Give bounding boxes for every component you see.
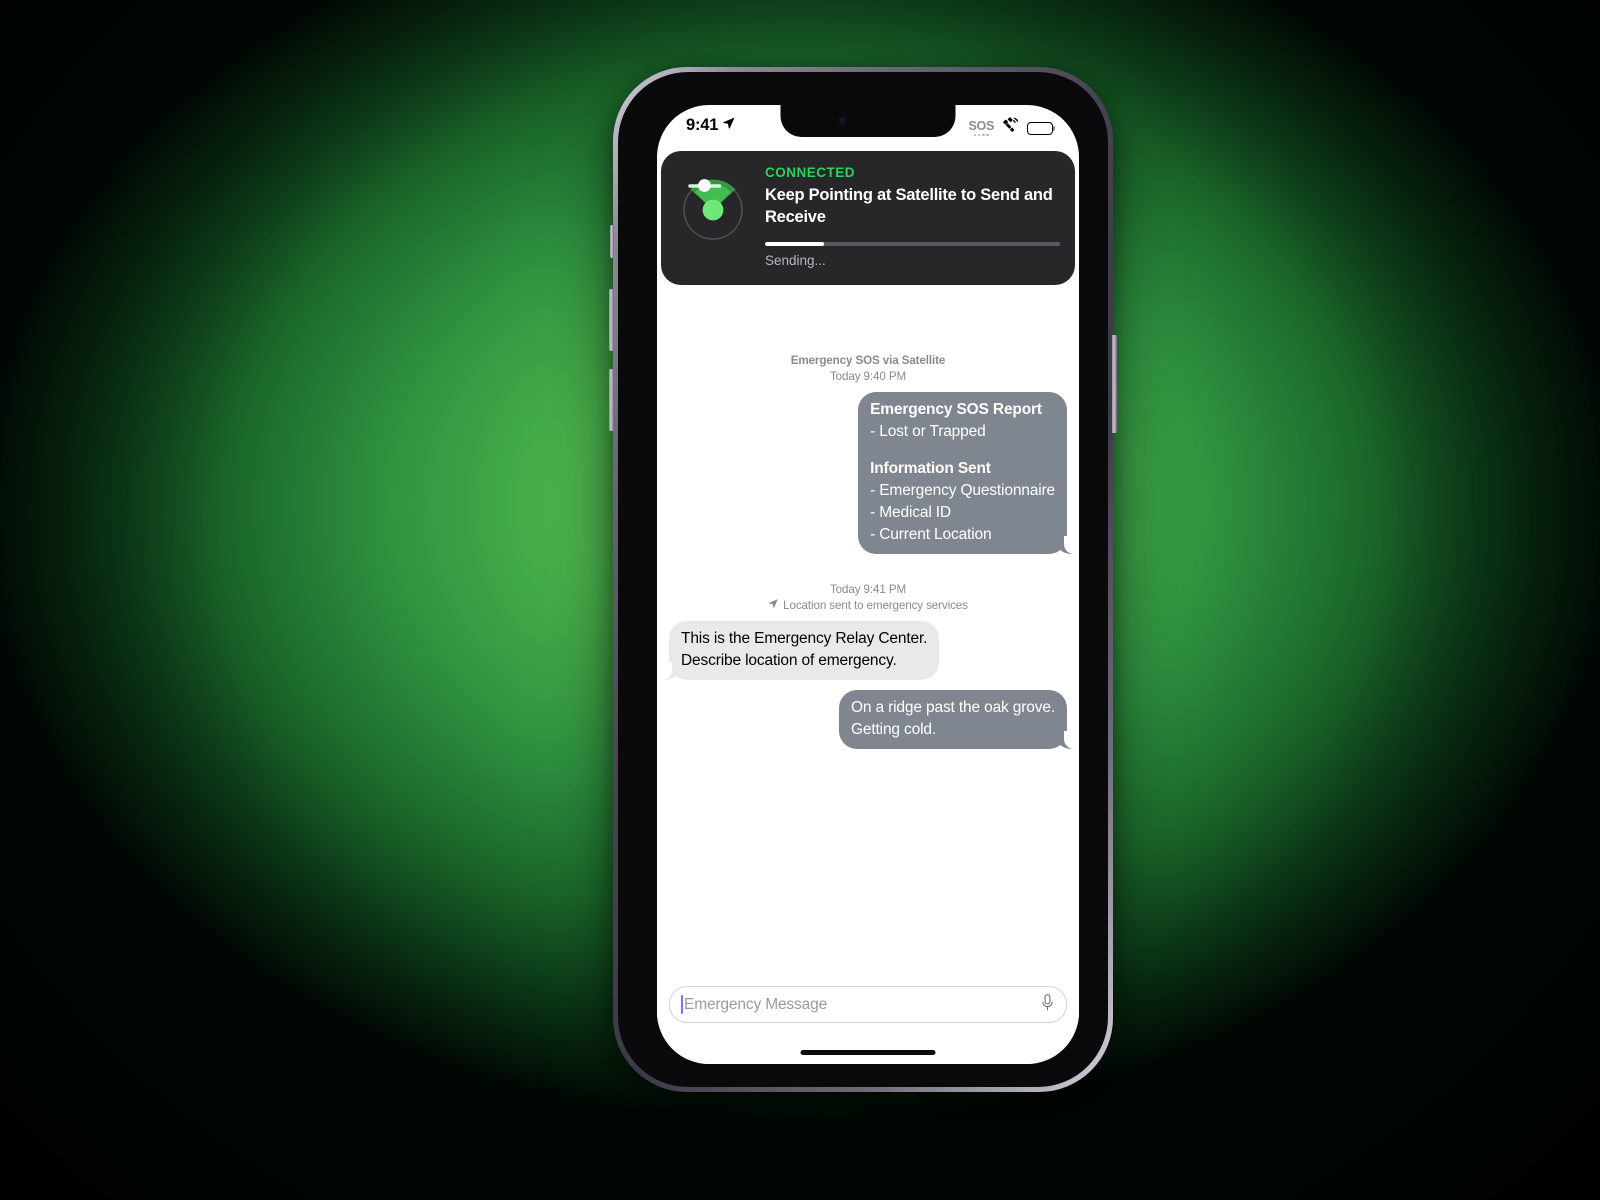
emergency-message-input[interactable]: Emergency Message [669,986,1067,1023]
outgoing-message-bubble[interactable]: Emergency SOS Report - Lost or Trapped I… [858,392,1074,555]
battery-icon [1027,121,1056,135]
message-line: Getting cold. [850,721,937,739]
front-camera-icon [838,117,848,126]
power-button[interactable] [1112,335,1117,433]
satellite-icon [1001,116,1020,140]
sos-label: SOS [968,118,995,133]
satellite-connection-banner[interactable]: CONNECTED Keep Pointing at Satellite to … [661,151,1075,286]
status-bar-right: SOS [968,116,1056,140]
message-row: Emergency SOS Report - Lost or Trapped I… [669,392,1074,555]
location-arrow-icon [722,116,736,135]
emergency-message-placeholder: Emergency Message [684,995,828,1013]
message-row: On a ridge past the oak grove. Getting c… [669,690,1075,750]
home-indicator[interactable] [800,1050,936,1055]
location-sent-timestamp: Today 9:41 PM [829,583,907,597]
phone-bezel: 9:41 SOS CONNECTED Keep Pointing at Sate… [618,72,1108,1087]
silent-switch-button[interactable] [610,225,614,258]
banner-title: Keep Pointing at Satellite to Send and R… [765,185,1053,226]
iphone-device-frame: 9:41 SOS CONNECTED Keep Pointing at Sate… [609,67,1117,1092]
location-arrow-icon [768,598,779,614]
status-bar-clock: 9:41 [686,116,719,134]
sending-progress-bar [765,241,1060,247]
wallpaper-background: 9:41 SOS CONNECTED Keep Pointing at Sate… [0,0,1600,1200]
location-sent-meta: Today 9:41 PM Location sent to emergency… [669,582,1067,613]
signal-dots-icon [973,133,989,137]
message-line: - Current Location [870,526,992,544]
volume-up-button[interactable] [609,289,614,351]
microphone-icon[interactable] [1039,993,1056,1017]
thread-header-title: Emergency SOS via Satellite [790,354,946,367]
satellite-pointing-radar-icon [674,164,752,242]
message-line: On a ridge past the oak grove. [850,699,1055,717]
text-caret [681,995,683,1014]
sos-indicator: SOS [968,118,995,137]
message-line: Describe location of emergency. [681,652,897,670]
message-line: - Emergency Questionnaire [870,482,1055,500]
message-line-spacer [870,443,1055,458]
message-line: This is the Emergency Relay Center. [681,630,928,648]
thread-header-meta: Emergency SOS via Satellite Today 9:40 P… [669,353,1067,384]
display-notch [780,105,956,137]
volume-down-button[interactable] [609,369,614,431]
banner-text-block: CONNECTED Keep Pointing at Satellite to … [765,164,1060,269]
message-thread[interactable]: Emergency SOS via Satellite Today 9:40 P… [657,353,1079,976]
thread-header-timestamp: Today 9:40 PM [829,369,907,383]
message-line: - Lost or Trapped [870,423,986,441]
location-sent-label: Location sent to emergency services [783,598,968,612]
phone-screen: 9:41 SOS CONNECTED Keep Pointing at Sate… [657,105,1079,1064]
status-bar-left: 9:41 [686,116,736,135]
message-row: This is the Emergency Relay Center. Desc… [661,621,1067,681]
message-line: Information Sent [870,460,991,478]
message-line: Emergency SOS Report [870,401,1042,419]
location-sent-row: Location sent to emergency services [669,598,1067,614]
message-line: - Medical ID [870,504,951,522]
sending-status-label: Sending... [765,253,826,269]
incoming-message-bubble[interactable]: This is the Emergency Relay Center. Desc… [661,621,940,681]
sending-progress-fill [765,241,824,247]
outgoing-message-bubble[interactable]: On a ridge past the oak grove. Getting c… [838,690,1075,750]
connection-status-label: CONNECTED [765,165,856,180]
compose-bar: Emergency Message [657,976,1079,1064]
